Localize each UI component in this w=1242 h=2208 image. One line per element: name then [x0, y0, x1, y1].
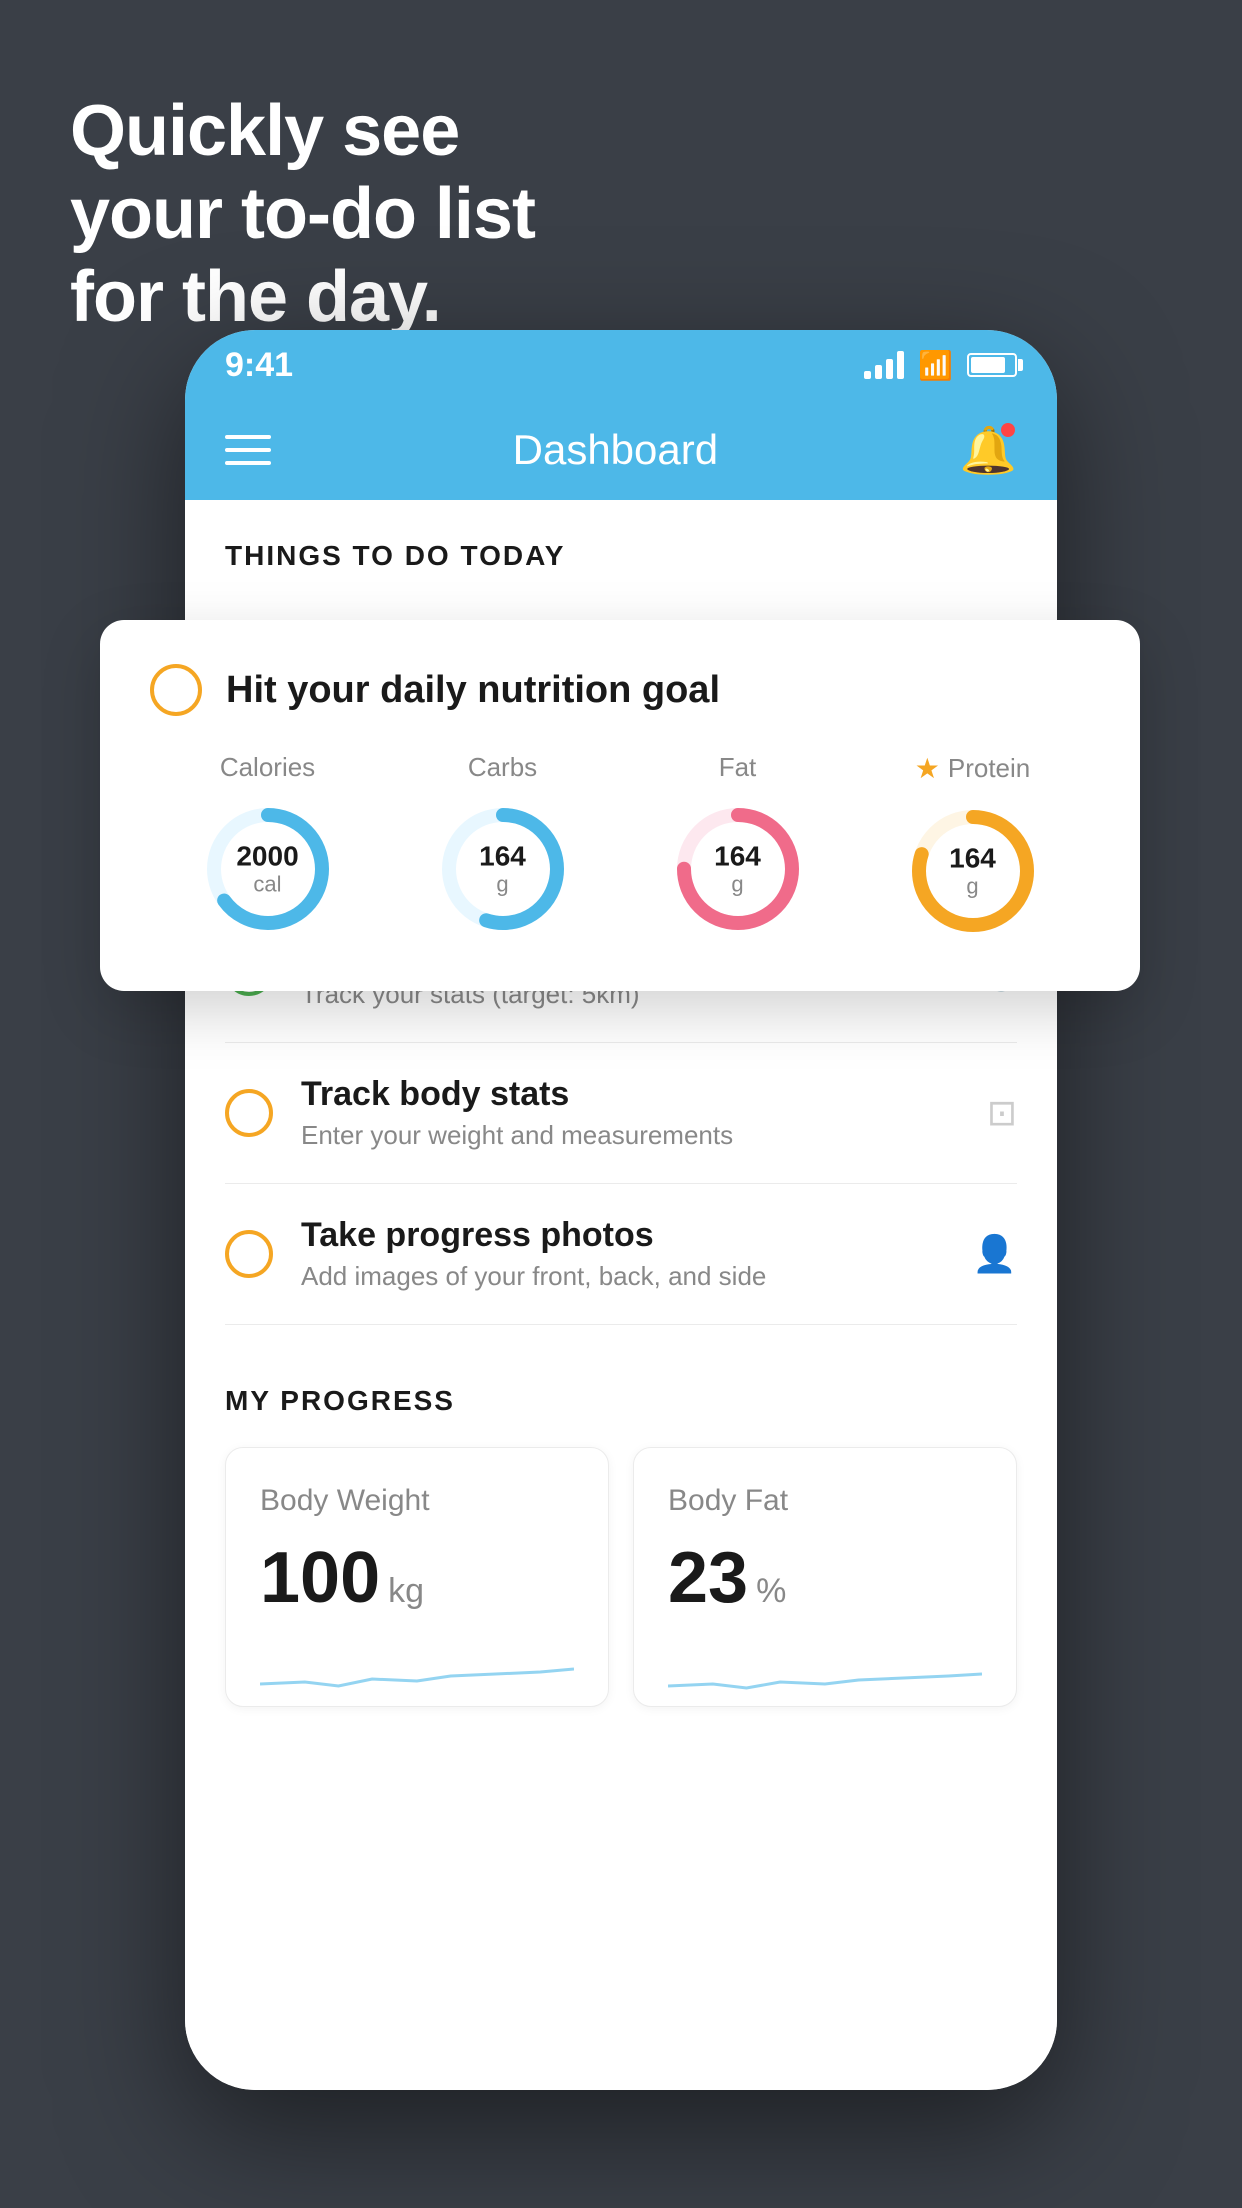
todo-item-progress-photos[interactable]: Take progress photos Add images of your … — [225, 1184, 1017, 1325]
phone-mockup: 9:41 📶 Dashboard 🔔 THINGS TO DO TOD — [185, 330, 1057, 2090]
body-weight-value: 100 — [260, 1542, 380, 1614]
star-icon: ★ — [915, 752, 940, 785]
status-icons: 📶 — [864, 349, 1017, 382]
signal-icon — [864, 351, 904, 379]
protein-value: 164 — [949, 844, 996, 875]
notification-button[interactable]: 🔔 — [960, 423, 1017, 478]
progress-section: MY PROGRESS Body Weight 100 kg Body Fat — [185, 1385, 1057, 1707]
todo-title-track-body: Track body stats — [301, 1075, 959, 1114]
carbs-value: 164 — [479, 842, 526, 873]
todo-text-track-body: Track body stats Enter your weight and m… — [301, 1075, 959, 1151]
body-fat-unit: % — [756, 1572, 786, 1611]
scale-icon: ⊡ — [987, 1092, 1017, 1134]
wifi-icon: 📶 — [918, 349, 953, 382]
app-header: Dashboard 🔔 — [185, 400, 1057, 500]
carbs-label: Carbs — [468, 752, 537, 783]
fat-value: 164 — [714, 842, 761, 873]
progress-section-header: MY PROGRESS — [225, 1385, 1017, 1417]
nutrition-protein: ★ Protein 164 g — [855, 752, 1090, 941]
carbs-donut: 164 g — [433, 799, 573, 939]
notification-dot — [1001, 423, 1015, 437]
header-title: Dashboard — [513, 426, 718, 474]
nutrition-carbs: Carbs 164 g — [385, 752, 620, 939]
nutrition-goal-title: Hit your daily nutrition goal — [226, 669, 720, 712]
menu-button[interactable] — [225, 435, 271, 465]
todo-text-progress-photos: Take progress photos Add images of your … — [301, 1216, 944, 1292]
body-fat-card[interactable]: Body Fat 23 % — [633, 1447, 1017, 1707]
progress-cards: Body Weight 100 kg Body Fat 23 % — [225, 1447, 1017, 1707]
battery-icon — [967, 353, 1017, 377]
nutrition-goal-checkbox[interactable] — [150, 664, 202, 716]
nutrition-calories: Calories 2000 cal — [150, 752, 385, 939]
fat-label: Fat — [719, 752, 757, 783]
protein-donut: 164 g — [903, 801, 1043, 941]
calories-unit: cal — [236, 872, 298, 896]
nutrition-card: Hit your daily nutrition goal Calories 2… — [100, 620, 1140, 991]
fat-donut: 164 g — [668, 799, 808, 939]
body-fat-value-row: 23 % — [668, 1542, 982, 1614]
body-weight-unit: kg — [388, 1572, 424, 1611]
body-fat-value: 23 — [668, 1542, 748, 1614]
body-weight-sparkline — [260, 1644, 574, 1704]
hero-headline: Quickly see your to-do list for the day. — [70, 90, 535, 338]
nutrition-fat: Fat 164 g — [620, 752, 855, 939]
body-fat-title: Body Fat — [668, 1484, 982, 1518]
body-weight-title: Body Weight — [260, 1484, 574, 1518]
todo-sub-track-body: Enter your weight and measurements — [301, 1120, 959, 1151]
card-title-row: Hit your daily nutrition goal — [150, 664, 1090, 716]
body-weight-card[interactable]: Body Weight 100 kg — [225, 1447, 609, 1707]
todo-checkbox-track-body[interactable] — [225, 1089, 273, 1137]
carbs-unit: g — [479, 872, 526, 896]
body-fat-sparkline — [668, 1644, 982, 1704]
todo-title-progress-photos: Take progress photos — [301, 1216, 944, 1255]
protein-unit: g — [949, 874, 996, 898]
calories-donut: 2000 cal — [198, 799, 338, 939]
fat-unit: g — [714, 872, 761, 896]
calories-label: Calories — [220, 752, 315, 783]
todo-item-track-body[interactable]: Track body stats Enter your weight and m… — [225, 1043, 1017, 1184]
calories-value: 2000 — [236, 842, 298, 873]
todo-checkbox-progress-photos[interactable] — [225, 1230, 273, 1278]
status-time: 9:41 — [225, 346, 293, 385]
todo-sub-progress-photos: Add images of your front, back, and side — [301, 1261, 944, 1292]
things-section-header: THINGS TO DO TODAY — [185, 500, 1057, 592]
protein-label: ★ Protein — [915, 752, 1031, 785]
body-weight-value-row: 100 kg — [260, 1542, 574, 1614]
status-bar: 9:41 📶 — [185, 330, 1057, 400]
nutrition-items-row: Calories 2000 cal Carbs — [150, 752, 1090, 941]
person-icon: 👤 — [972, 1233, 1017, 1275]
